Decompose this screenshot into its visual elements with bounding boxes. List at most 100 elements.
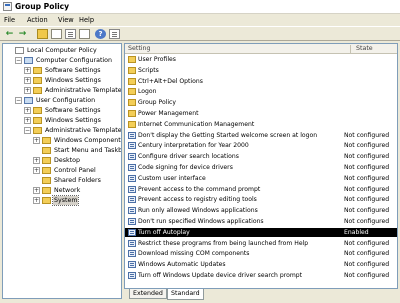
policy-setting-icon (128, 174, 136, 182)
expand-icon[interactable]: + (33, 167, 40, 174)
tree-node-label: Windows Components (54, 137, 122, 144)
setting-name: Windows Automatic Updates (138, 261, 226, 269)
menu-help[interactable]: Help (79, 16, 94, 24)
setting-column-header[interactable]: Setting (128, 45, 151, 52)
tree-node-label: Software Settings (45, 107, 101, 114)
tree-node-label: System (51, 195, 80, 206)
export-list-icon[interactable] (79, 29, 90, 39)
view-tabs: Extended Standard (124, 289, 398, 301)
setting-state: Not configured (344, 131, 390, 139)
list-item[interactable]: Code signing for device drivers Not confi… (125, 163, 397, 172)
list-item[interactable]: Don't display the Getting Started welcom… (125, 131, 397, 140)
folder-icon (33, 67, 42, 74)
tree-node-label: Desktop (54, 157, 80, 164)
expand-icon[interactable]: + (24, 87, 31, 94)
list-item[interactable]: User Profiles (125, 55, 397, 64)
folder-icon (42, 147, 51, 154)
column-divider[interactable] (350, 45, 351, 53)
policy-setting-icon (128, 239, 136, 247)
setting-name: Turn off Autoplay (138, 228, 190, 236)
list-item[interactable]: Scripts (125, 66, 397, 75)
computer-icon (24, 57, 33, 64)
expand-icon[interactable]: + (24, 117, 31, 124)
list-item[interactable]: Power Management (125, 109, 397, 118)
setting-state: Not configured (344, 164, 390, 171)
list-item[interactable]: Run only allowed Windows applications Not… (125, 206, 397, 215)
list-item[interactable]: Group Policy (125, 98, 397, 107)
setting-name: Restrict these programs from being launc… (138, 239, 309, 247)
forward-arrow-icon[interactable]: → (17, 29, 28, 39)
expand-icon[interactable]: + (33, 137, 40, 144)
toolbar: ← → ? (0, 26, 400, 41)
tree-node-label: Software Settings (45, 67, 101, 74)
setting-name: Scripts (138, 66, 159, 74)
collapse-icon[interactable]: − (15, 97, 22, 104)
menu-view[interactable]: View (58, 16, 74, 24)
list-item[interactable]: Configure driver search locations Not con… (125, 152, 397, 161)
list-item[interactable]: Internet Communication Management (125, 120, 397, 129)
setting-name: Run only allowed Windows applications (138, 207, 258, 215)
setting-name: Power Management (138, 110, 199, 117)
list-item[interactable]: Turn off Windows Update device driver se… (125, 271, 397, 280)
setting-name: Configure driver search locations (138, 153, 239, 161)
properties-icon[interactable] (65, 29, 76, 39)
collapse-icon[interactable]: − (24, 127, 31, 134)
list-item[interactable]: Logon (125, 87, 397, 96)
folder-icon (128, 77, 136, 85)
view-icon[interactable] (109, 29, 120, 39)
policy-setting-icon (128, 153, 136, 161)
tab-extended[interactable]: Extended (129, 289, 167, 299)
policy-setting-icon (128, 185, 136, 193)
setting-name: Don't run specified Windows applications (138, 218, 264, 225)
setting-state: Not configured (344, 153, 390, 161)
collapse-icon[interactable]: − (15, 57, 22, 64)
setting-name: Century interpretation for Year 2000 (138, 142, 249, 150)
folder-icon (128, 88, 136, 96)
menu-file[interactable]: File (4, 16, 15, 24)
policy-icon (15, 47, 24, 54)
expand-icon[interactable]: + (33, 197, 40, 204)
show-hide-tree-icon[interactable] (51, 29, 62, 39)
state-column-header[interactable]: State (356, 45, 373, 52)
tree-node-label: Windows Settings (45, 117, 101, 124)
setting-state: Not configured (344, 218, 390, 225)
policy-setting-icon (128, 218, 136, 225)
setting-state: Not configured (344, 272, 390, 279)
setting-state: Not configured (344, 174, 390, 182)
tree-node-label: Start Menu and Taskbar (54, 147, 122, 154)
policy-setting-icon (128, 250, 136, 258)
menu-action[interactable]: Action (27, 16, 48, 24)
column-header: Setting State (125, 44, 397, 54)
policy-setting-icon (128, 228, 136, 236)
expand-icon[interactable]: + (33, 157, 40, 164)
list-item[interactable]: Prevent access to registry editing tools… (125, 195, 397, 204)
list-item[interactable]: Custom user interface Not configured (125, 174, 397, 183)
expand-icon[interactable]: + (33, 187, 40, 194)
list-item[interactable]: Windows Automatic Updates Not configured (125, 260, 397, 269)
expand-icon[interactable]: + (24, 67, 31, 74)
list-item[interactable]: Don't run specified Windows applications… (125, 217, 397, 226)
list-item[interactable]: Turn off Autoplay Enabled (125, 227, 397, 237)
expand-icon[interactable]: + (24, 77, 31, 84)
list-item[interactable]: Ctrl+Alt+Del Options (125, 77, 397, 86)
list-item[interactable]: Prevent access to the command prompt Not … (125, 185, 397, 194)
setting-state: Not configured (344, 142, 390, 150)
folder-icon (128, 66, 136, 74)
setting-name: Ctrl+Alt+Del Options (138, 77, 203, 85)
list-item[interactable]: Restrict these programs from being launc… (125, 239, 397, 248)
policy-setting-icon (128, 261, 136, 269)
computer-icon (24, 97, 33, 104)
expand-icon[interactable]: + (24, 107, 31, 114)
policy-setting-icon (128, 142, 136, 150)
list-item[interactable]: Century interpretation for Year 2000 Not … (125, 141, 397, 150)
setting-state: Not configured (344, 196, 390, 204)
back-arrow-icon[interactable]: ← (4, 29, 15, 39)
tree-node-label: Administrative Templates (45, 127, 122, 134)
help-icon[interactable]: ? (95, 29, 106, 39)
list-item[interactable]: Download missing COM components Not confi… (125, 249, 397, 258)
group-policy-app-icon (3, 2, 12, 11)
tab-standard[interactable]: Standard (167, 289, 204, 300)
setting-state: Not configured (344, 185, 390, 193)
folder-icon (128, 120, 136, 128)
up-folder-icon[interactable] (37, 29, 48, 39)
